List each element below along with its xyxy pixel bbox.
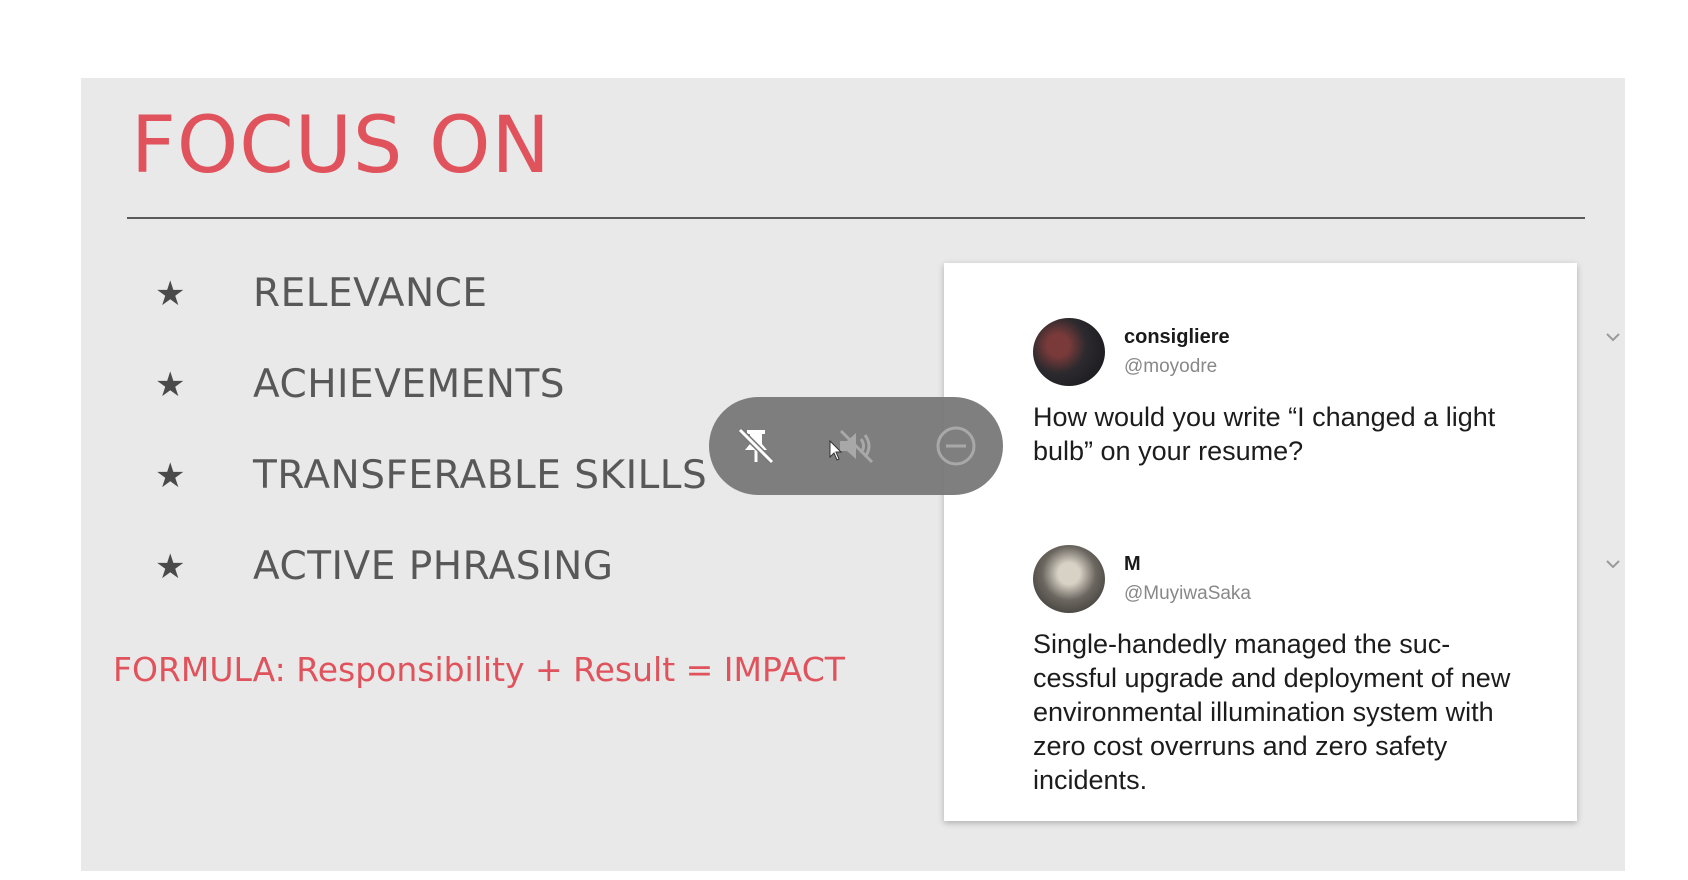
title-divider bbox=[127, 217, 1585, 219]
screen: FOCUS ON ★ RELEVANCE ★ ACHIEVEMENTS ★ TR… bbox=[0, 0, 1688, 880]
tweet-display-name: M bbox=[1124, 553, 1141, 575]
tweet-text: Single-handedly managed the suc-cessful … bbox=[1033, 629, 1511, 795]
tweet-text: How would you write “I changed a light b… bbox=[1033, 402, 1496, 466]
tweet-header: M @MuyiwaSaka bbox=[1033, 545, 1620, 615]
chevron-down-icon bbox=[1606, 560, 1620, 569]
star-icon: ★ bbox=[155, 273, 186, 314]
tweet-header: consigliere @moyodre bbox=[1033, 318, 1620, 388]
bullet-label: ACHIEVEMENTS bbox=[253, 362, 566, 407]
tweet-handle: @MuyiwaSaka bbox=[1124, 583, 1251, 604]
remove-icon[interactable] bbox=[934, 424, 978, 468]
tweet: consigliere @moyodre How would you write… bbox=[1033, 318, 1620, 468]
tweet-screenshot: consigliere @moyodre How would you write… bbox=[944, 263, 1620, 821]
unpin-icon[interactable] bbox=[734, 424, 778, 468]
tweet: M @MuyiwaSaka Single-handedly managed th… bbox=[1033, 545, 1620, 797]
avatar bbox=[1033, 318, 1105, 386]
tweet-handle: @moyodre bbox=[1124, 356, 1218, 377]
star-icon: ★ bbox=[155, 546, 186, 587]
bullet-label: TRANSFERABLE SKILLS bbox=[253, 453, 708, 498]
bullet-label: ACTIVE PHRASING bbox=[253, 544, 614, 589]
avatar bbox=[1033, 545, 1105, 613]
bullet-list: ★ RELEVANCE ★ ACHIEVEMENTS ★ TRANSFERABL… bbox=[155, 248, 707, 612]
video-overlay-controls bbox=[709, 397, 1003, 495]
bullet-item: ★ ACHIEVEMENTS bbox=[155, 339, 707, 430]
bullet-item: ★ TRANSFERABLE SKILLS bbox=[155, 430, 707, 521]
formula-text: FORMULA: Responsibility + Result = IMPAC… bbox=[113, 650, 845, 689]
star-icon: ★ bbox=[155, 455, 186, 496]
mouse-cursor-icon bbox=[829, 440, 843, 461]
star-icon: ★ bbox=[155, 364, 186, 405]
bullet-label: RELEVANCE bbox=[253, 271, 488, 316]
bullet-item: ★ ACTIVE PHRASING bbox=[155, 521, 707, 612]
tweet-display-name: consigliere bbox=[1124, 326, 1230, 348]
bullet-item: ★ RELEVANCE bbox=[155, 248, 707, 339]
slide-title: FOCUS ON bbox=[131, 101, 551, 191]
chevron-down-icon bbox=[1606, 333, 1620, 342]
